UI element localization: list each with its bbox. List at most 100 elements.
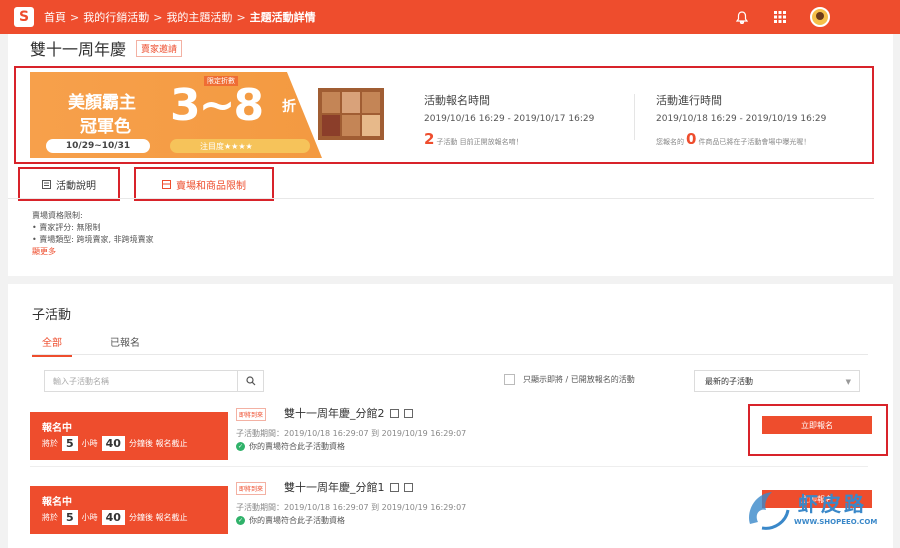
search-field[interactable]: 輸入子活動名稱 [44, 370, 264, 392]
document-icon[interactable] [389, 408, 399, 418]
search-icon[interactable] [237, 371, 263, 391]
shopee-logo[interactable]: S [14, 7, 34, 27]
countdown-post: 分鐘後 報名截止 [128, 439, 188, 448]
requirement-item: • 賣家評分: 無限制 [32, 223, 101, 232]
list-icon [162, 179, 171, 189]
register-period-label: 活動報名時間 [424, 94, 490, 107]
requirement-rating: 賣家評分: 無限制 [39, 223, 101, 232]
check-circle-icon: ✓ [236, 442, 245, 451]
page-title: 雙十一周年慶 [30, 40, 127, 59]
invite-badge: 賣家邀請 [136, 39, 183, 57]
countdown-minutes: 40 [101, 436, 125, 451]
activity-detail-card: 雙十一周年慶 賣家邀請 美顏霸主 冠軍色 限定折數 3~8 折 10/29~10… [8, 34, 893, 276]
palette-swatch [362, 115, 380, 136]
sub-activity-period: 子活動期間：2019/10/18 16:29:07 到 2019/10/19 1… [236, 503, 467, 512]
breadcrumb-home[interactable]: 首頁 [44, 9, 66, 25]
open-only-label: 只顯示即將 / 已開放報名的活動 [523, 375, 635, 384]
sort-value: 最新的子活動 [705, 376, 753, 386]
section-title: 子活動 [32, 308, 72, 323]
requirements-title: 賣場資格限制: [32, 211, 83, 220]
requirement-shop-type: 賣場類型: 跨境賣家, 非跨境賣家 [39, 235, 154, 244]
sub-activity-title[interactable]: 雙十一周年慶_分館1 [284, 479, 385, 495]
registration-status-block: 報名中 將於 5 小時 40 分鐘後 報名截止 [30, 486, 228, 534]
eligibility-text: 你的賣場符合此子活動資格 [249, 442, 345, 451]
countdown-hours: 5 [62, 510, 78, 525]
breadcrumb-separator: > [153, 10, 163, 24]
requirement-item: • 賣場類型: 跨境賣家, 非跨境賣家 [32, 235, 154, 244]
activity-overview-highlight: 美顏霸主 冠軍色 限定折數 3~8 折 10/29~10/31 注目度★★★★ … [14, 66, 874, 164]
show-more-link[interactable]: 顯更多 [32, 246, 154, 258]
watermark-text: 虾皮路 [798, 492, 867, 516]
countdown-hours-unit: 小時 [81, 439, 98, 448]
divider [634, 94, 635, 140]
watermark: 虾皮路 WWW.SHOPEEO.COM [740, 484, 890, 540]
open-only-checkbox[interactable] [504, 374, 515, 385]
breadcrumb: 首頁 > 我的行銷活動 > 我的主題活動 > 主題活動詳情 [44, 9, 316, 25]
registration-status-block: 報名中 將於 5 小時 40 分鐘後 報名截止 [30, 412, 228, 460]
register-period-note: 2 子活動 目前正開放報名唷！ [424, 130, 594, 148]
countdown-pre: 將於 [42, 439, 58, 448]
list-icon[interactable] [403, 482, 413, 492]
countdown-pre: 將於 [42, 513, 58, 522]
status-label: 報名中 [42, 497, 72, 508]
open-subactivity-count: 2 [424, 130, 435, 148]
countdown: 將於 5 小時 40 分鐘後 報名截止 [42, 436, 188, 451]
running-note-text: 件商品已將在子活動會場中曝光喔！ [698, 138, 811, 146]
promo-line2: 冠軍色 [80, 117, 131, 137]
tabs-divider [8, 198, 874, 199]
countdown-hours-unit: 小時 [81, 513, 98, 522]
sub-activity-row: 報名中 將於 5 小時 40 分鐘後 報名截止 即將到來 雙十一周年慶_分館2 … [8, 400, 893, 470]
apps-grid-icon[interactable] [772, 9, 788, 25]
requirements: 賣場資格限制: • 賣家評分: 無限制 • 賣場類型: 跨境賣家, 非跨境賣家 … [32, 210, 154, 258]
register-note-text: 子活動 目前正開放報名唷！ [436, 138, 523, 146]
promo-discount: 3~8 [170, 80, 264, 131]
sub-activity-name: 雙十一周年慶_分館1 [284, 479, 413, 495]
search-input[interactable]: 輸入子活動名稱 [53, 376, 109, 387]
list-icon[interactable] [403, 408, 413, 418]
watermark-url: WWW.SHOPEEO.COM [794, 518, 878, 526]
promo-discount-unit: 折 [282, 99, 296, 115]
countdown-minutes: 40 [101, 510, 125, 525]
exposed-product-count: 0 [686, 130, 697, 148]
breadcrumb-current: 主題活動詳情 [249, 11, 316, 24]
breadcrumb-theme-activities[interactable]: 我的主題活動 [166, 9, 232, 25]
sort-select[interactable]: 最新的子活動 ▼ [694, 370, 860, 392]
countdown-post: 分鐘後 報名截止 [128, 513, 188, 522]
tab-shop-product-limits[interactable]: 賣場和商品限制 [134, 167, 274, 201]
breadcrumb-separator: > [236, 10, 246, 24]
sub-activity-period: 子活動期間：2019/10/18 16:29:07 到 2019/10/19 1… [236, 429, 467, 438]
palette-swatch [342, 115, 360, 136]
open-only-filter[interactable]: 只顯示即將 / 已開放報名的活動 [504, 374, 635, 385]
tabs-divider [32, 354, 868, 355]
check-circle-icon: ✓ [236, 516, 245, 525]
row-divider [30, 466, 868, 467]
promo-line1: 美顏霸主 [68, 93, 136, 113]
product-palette-image [318, 88, 384, 140]
document-icon[interactable] [389, 482, 399, 492]
sub-activity-title[interactable]: 雙十一周年慶_分館2 [284, 405, 385, 421]
upcoming-tag: 即將到來 [236, 482, 267, 495]
sub-activity-name: 雙十一周年慶_分館2 [284, 405, 413, 421]
eligibility: ✓ 你的賣場符合此子活動資格 [236, 441, 345, 452]
tab-activity-description[interactable]: 活動說明 [18, 167, 120, 201]
tab-activity-description-label: 活動說明 [56, 180, 96, 192]
bell-icon[interactable] [734, 9, 750, 25]
shrimp-logo-icon [748, 492, 790, 530]
promo-stars: 注目度★★★★ [170, 139, 310, 153]
document-icon [42, 179, 51, 189]
upcoming-tag: 即將到來 [236, 408, 267, 421]
top-bar: S 首頁 > 我的行銷活動 > 我的主題活動 > 主題活動詳情 [0, 0, 900, 34]
chevron-down-icon: ▼ [845, 378, 851, 386]
register-period: 活動報名時間 2019/10/16 16:29 - 2019/10/17 16:… [424, 92, 594, 148]
countdown-hours: 5 [62, 436, 78, 451]
running-period: 活動進行時間 2019/10/18 16:29 - 2019/10/19 16:… [656, 92, 826, 148]
avatar[interactable] [810, 7, 830, 27]
tab-shop-product-limits-label: 賣場和商品限制 [176, 180, 246, 192]
status-label: 報名中 [42, 423, 72, 434]
running-note-prefix: 您報名的 [656, 138, 684, 146]
register-now-button[interactable]: 立即報名 [762, 416, 872, 434]
running-period-label: 活動進行時間 [656, 94, 722, 107]
breadcrumb-marketing[interactable]: 我的行銷活動 [83, 9, 149, 25]
eligibility-text: 你的賣場符合此子活動資格 [249, 516, 345, 525]
register-period-range: 2019/10/16 16:29 - 2019/10/17 16:29 [424, 114, 595, 124]
